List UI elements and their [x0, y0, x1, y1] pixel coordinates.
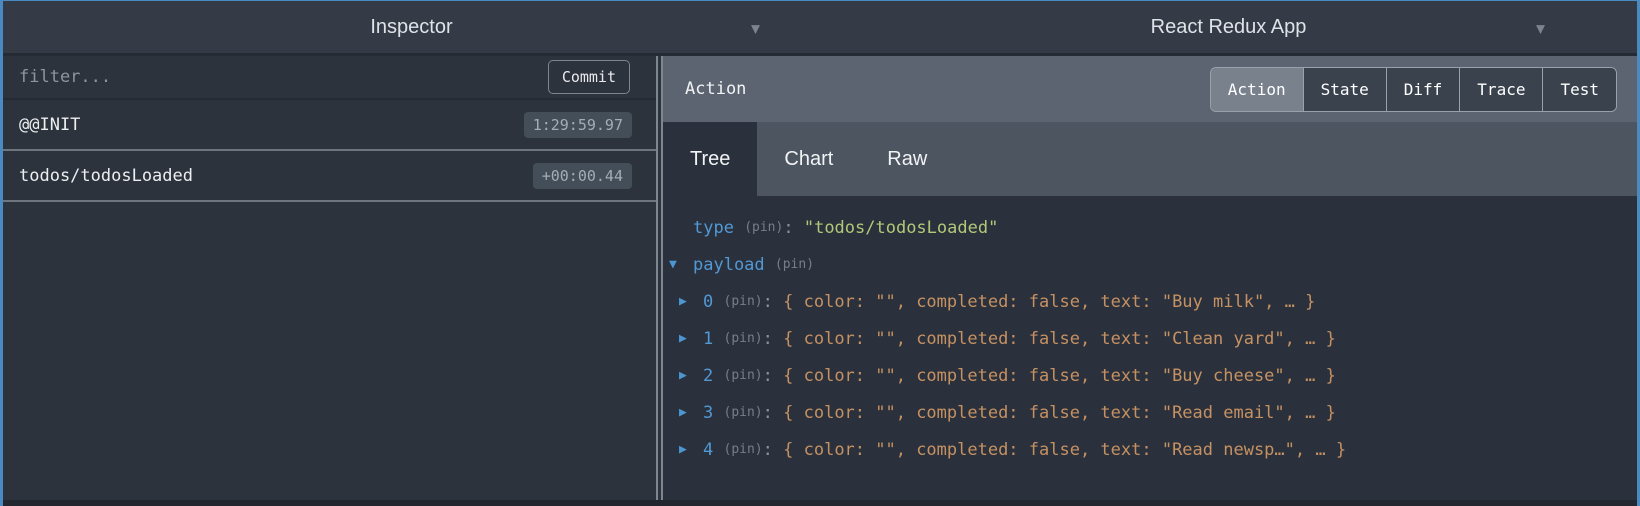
inspector-detail-panel: Action Action State Diff Trace Test Tree… — [663, 56, 1637, 500]
tree-index: 1 — [703, 329, 713, 349]
subtab-raw-label: Raw — [887, 148, 927, 171]
tree-object-preview: { color: "", completed: false, text: "Cl… — [783, 329, 1336, 349]
action-tree-view: type (pin): "todos/todosLoaded" ▼payload… — [663, 196, 1637, 500]
pin-button[interactable]: (pin) — [744, 220, 783, 235]
action-time-badge: 1:29:59.97 — [524, 112, 632, 138]
filter-input[interactable] — [19, 67, 548, 87]
action-name: todos/todosLoaded — [19, 166, 533, 186]
tree-row-type[interactable]: type (pin): "todos/todosLoaded" — [663, 209, 1637, 246]
bottom-edge — [3, 500, 1637, 506]
chevron-down-icon: ▼ — [1536, 19, 1545, 37]
colon: : — [763, 440, 773, 460]
tab-trace[interactable]: Trace — [1460, 68, 1543, 111]
subtab-chart[interactable]: Chart — [757, 122, 860, 196]
tab-diff[interactable]: Diff — [1387, 68, 1461, 111]
chevron-down-icon: ▼ — [751, 19, 760, 37]
tree-object-preview: { color: "", completed: false, text: "Bu… — [783, 366, 1336, 386]
filter-row: Commit — [3, 56, 656, 100]
instance-selector-label: React Redux App — [1151, 16, 1307, 39]
tree-row-item-3[interactable]: ▶3 (pin): { color: "", completed: false,… — [663, 394, 1637, 431]
detail-tab-group: Action State Diff Trace Test — [1210, 67, 1617, 112]
pin-button[interactable]: (pin) — [724, 294, 763, 309]
tree-index: 2 — [703, 366, 713, 386]
top-bar: Inspector ▼ React Redux App ▼ — [3, 1, 1637, 56]
detail-header-bar: Action Action State Diff Trace Test — [663, 56, 1637, 122]
tab-test[interactable]: Test — [1543, 68, 1616, 111]
pin-button[interactable]: (pin) — [724, 331, 763, 346]
colon: : — [763, 366, 773, 386]
colon: : — [763, 329, 773, 349]
commit-button[interactable]: Commit — [548, 60, 630, 94]
tree-row-payload[interactable]: ▼payload (pin) — [663, 246, 1637, 283]
tree-key: type — [693, 218, 734, 238]
action-list-panel: Commit @@INIT 1:29:59.97 todos/todosLoad… — [3, 56, 656, 500]
tree-object-preview: { color: "", completed: false, text: "Bu… — [783, 292, 1315, 312]
action-list-item-todos-loaded[interactable]: todos/todosLoaded +00:00.44 — [3, 151, 656, 202]
tab-action[interactable]: Action — [1211, 68, 1304, 111]
subtab-tree[interactable]: Tree — [663, 122, 757, 196]
tree-object-preview: { color: "", completed: false, text: "Re… — [783, 403, 1336, 423]
pin-button[interactable]: (pin) — [724, 442, 763, 457]
tab-state[interactable]: State — [1304, 68, 1387, 111]
action-time-badge: +00:00.44 — [533, 163, 632, 189]
monitor-selector-label: Inspector — [370, 16, 452, 39]
detail-panel-title: Action — [685, 79, 1210, 99]
panel-resizer-handle[interactable] — [656, 56, 663, 500]
redux-devtools-window: Inspector ▼ React Redux App ▼ Commit @@I… — [0, 0, 1640, 506]
collapse-arrow-icon[interactable]: ▼ — [669, 257, 693, 272]
tree-index: 4 — [703, 440, 713, 460]
subtab-tree-label: Tree — [690, 148, 730, 171]
tree-object-preview: { color: "", completed: false, text: "Re… — [783, 440, 1346, 460]
view-subtab-bar: Tree Chart Raw — [663, 122, 1637, 196]
tree-index: 0 — [703, 292, 713, 312]
expand-arrow-icon[interactable]: ▶ — [679, 294, 703, 309]
pin-button[interactable]: (pin) — [724, 405, 763, 420]
action-name: @@INIT — [19, 115, 524, 135]
instance-selector[interactable]: React Redux App ▼ — [820, 1, 1637, 53]
tree-row-item-4[interactable]: ▶4 (pin): { color: "", completed: false,… — [663, 431, 1637, 468]
tree-index: 3 — [703, 403, 713, 423]
colon: : — [763, 292, 773, 312]
expand-arrow-icon[interactable]: ▶ — [679, 405, 703, 420]
tree-row-item-1[interactable]: ▶1 (pin): { color: "", completed: false,… — [663, 320, 1637, 357]
colon: : — [763, 403, 773, 423]
pin-button[interactable]: (pin) — [724, 368, 763, 383]
expand-arrow-icon[interactable]: ▶ — [679, 442, 703, 457]
expand-arrow-icon[interactable]: ▶ — [679, 368, 703, 383]
colon: : — [783, 218, 793, 238]
subtab-chart-label: Chart — [784, 148, 833, 171]
pin-button[interactable]: (pin) — [775, 257, 814, 272]
subtab-raw[interactable]: Raw — [860, 122, 954, 196]
tree-row-item-2[interactable]: ▶2 (pin): { color: "", completed: false,… — [663, 357, 1637, 394]
tree-row-item-0[interactable]: ▶0 (pin): { color: "", completed: false,… — [663, 283, 1637, 320]
tree-string-value: "todos/todosLoaded" — [804, 218, 998, 238]
monitor-selector[interactable]: Inspector ▼ — [3, 1, 820, 53]
tree-key: payload — [693, 255, 765, 275]
main-body: Commit @@INIT 1:29:59.97 todos/todosLoad… — [3, 56, 1637, 500]
action-list-item-init[interactable]: @@INIT 1:29:59.97 — [3, 100, 656, 151]
expand-arrow-icon[interactable]: ▶ — [679, 331, 703, 346]
